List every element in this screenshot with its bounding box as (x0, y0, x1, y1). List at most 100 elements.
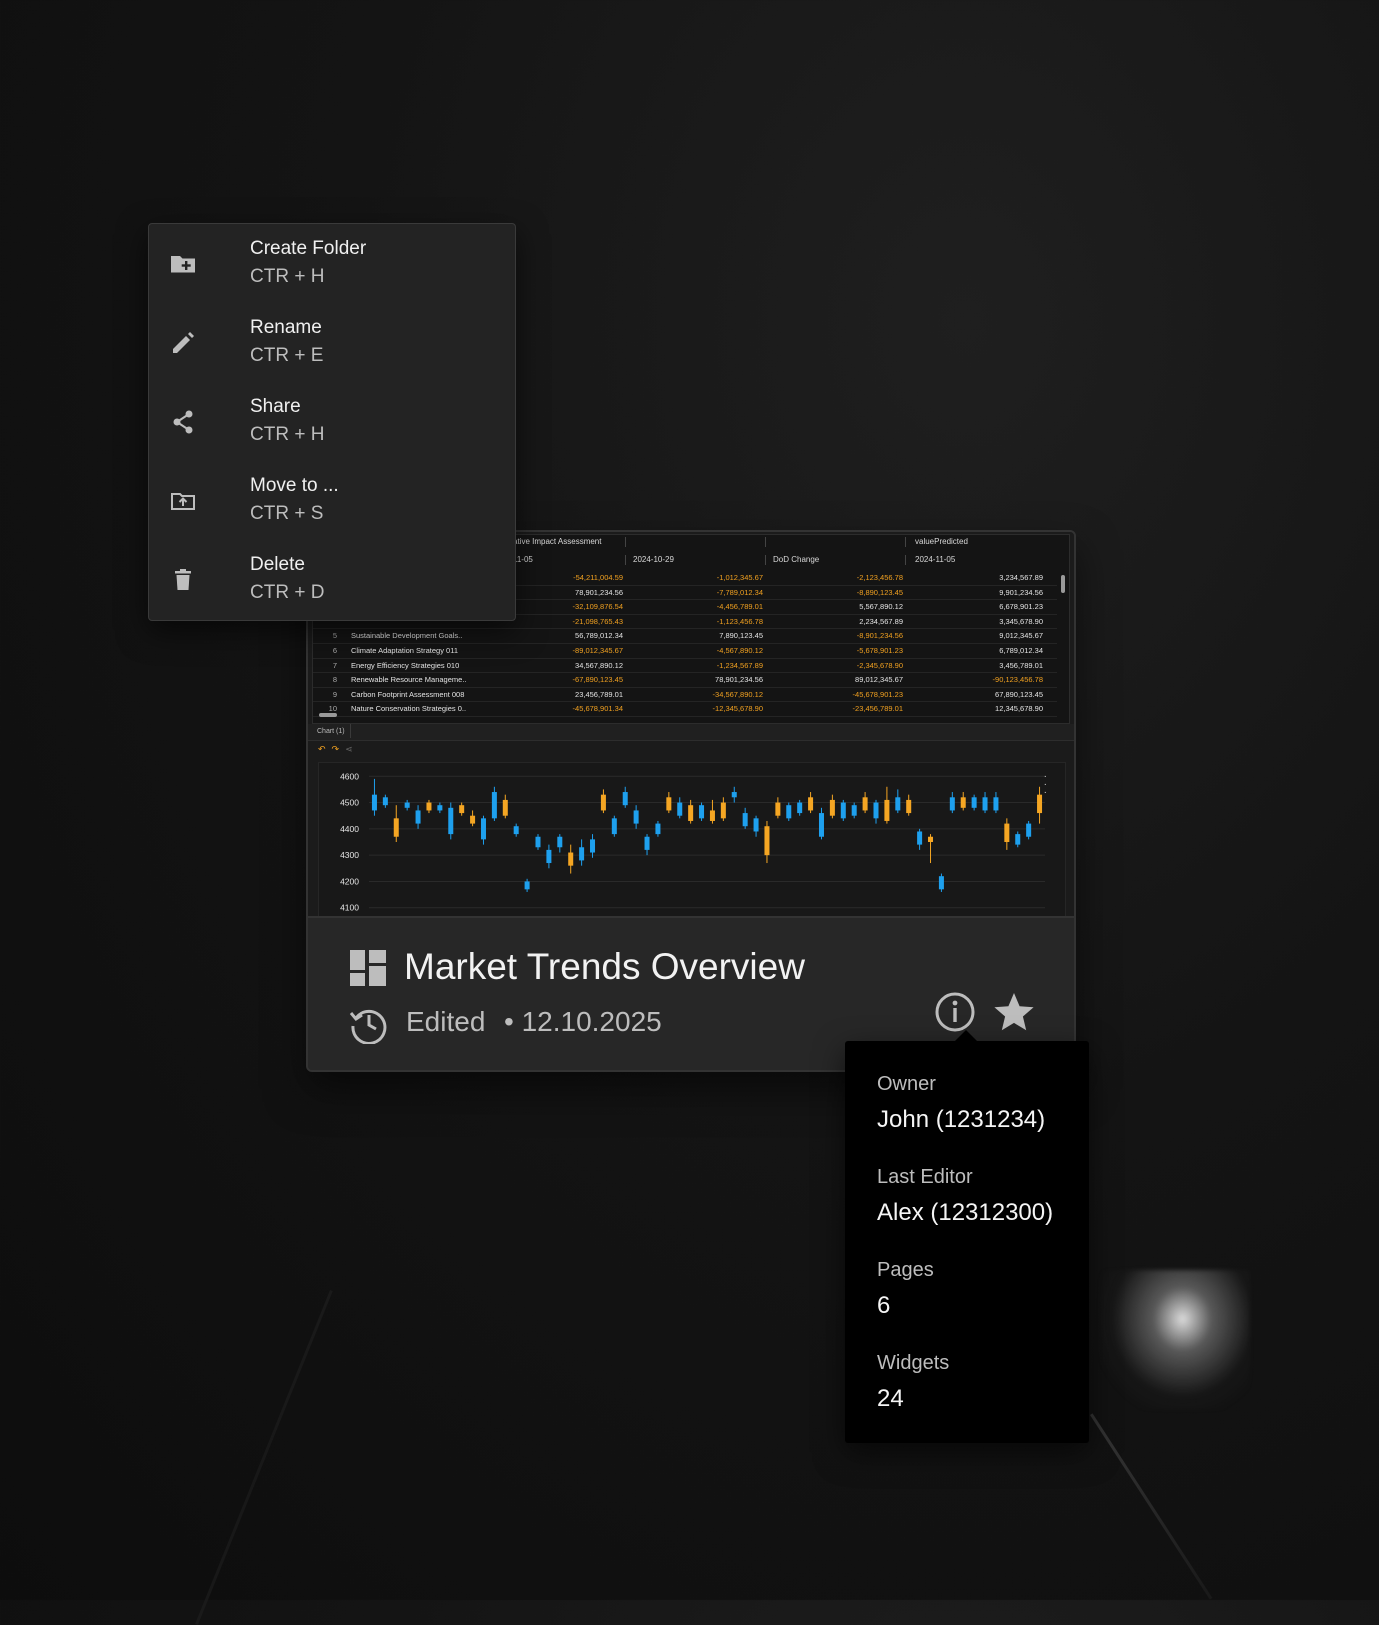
menu-item-label: Move to ... (250, 475, 339, 496)
table-row[interactable]: 9 Carbon Footprint Assessment 008 23,456,7… (313, 688, 1057, 703)
candle[interactable] (437, 802, 443, 814)
candle[interactable] (622, 786, 628, 808)
candle[interactable] (764, 820, 770, 864)
candle[interactable] (546, 844, 552, 869)
candle[interactable] (382, 794, 388, 808)
candle[interactable] (906, 794, 912, 816)
menu-item-label: Delete (250, 554, 305, 575)
candle[interactable] (600, 789, 606, 814)
menu-item-rename[interactable]: Rename CTR + E (149, 303, 515, 383)
candle[interactable] (982, 792, 988, 814)
candle[interactable] (1015, 831, 1021, 848)
candle[interactable] (535, 834, 541, 850)
more-vertical-icon[interactable]: · · · (1044, 772, 1047, 798)
candle[interactable] (677, 797, 683, 819)
menu-item-move-to[interactable]: Move to ... CTR + S (149, 461, 515, 541)
row-name: Climate Adaptation Strategy 011 (351, 645, 459, 655)
candle[interactable] (829, 794, 835, 819)
candle[interactable] (1037, 786, 1043, 824)
cell-value: -45,678,901.23 (852, 689, 903, 699)
candle[interactable] (655, 820, 661, 837)
candle[interactable] (426, 799, 432, 814)
candle[interactable] (513, 823, 519, 837)
candle[interactable] (873, 799, 879, 824)
candle[interactable] (404, 799, 410, 811)
candle[interactable] (459, 802, 465, 816)
cell-value: -7,789,012.34 (716, 587, 763, 597)
candle[interactable] (993, 792, 999, 814)
candle-body (688, 805, 694, 821)
candle[interactable] (666, 792, 672, 814)
candle-body (928, 836, 934, 842)
candle[interactable] (971, 794, 977, 811)
candle[interactable] (480, 815, 486, 845)
candle[interactable] (644, 834, 650, 856)
table-column-header[interactable]: 2024-11-05 (915, 555, 955, 564)
horizontal-scrollbar[interactable] (319, 713, 337, 717)
table-row[interactable]: 10 Nature Conservation Strategies 0.. -45,… (313, 702, 1057, 717)
candle[interactable] (393, 805, 399, 842)
header-separator (905, 537, 906, 547)
candle[interactable] (1004, 818, 1010, 850)
dashboard-title[interactable]: Market Trends Overview (404, 946, 805, 988)
candle[interactable] (709, 799, 715, 824)
table-row[interactable]: 5 Sustainable Development Goals.. 56,789,0… (313, 629, 1057, 644)
candle[interactable] (491, 786, 497, 821)
candle[interactable] (699, 802, 705, 821)
row-index: 6 (332, 645, 337, 655)
background-streak (195, 1290, 333, 1625)
cell-value: 78,901,234.56 (715, 675, 763, 685)
candle[interactable] (786, 802, 792, 821)
table-row[interactable]: 6 Climate Adaptation Strategy 011 -89,012,… (313, 644, 1057, 659)
candle[interactable] (960, 792, 966, 811)
row-name: Energy Efficiency Strategies 010 (351, 660, 460, 670)
table-row[interactable]: 8 Renewable Resource Manageme.. -67,890,12… (313, 673, 1057, 688)
candle[interactable] (775, 797, 781, 819)
candle[interactable] (557, 834, 563, 853)
menu-item-share[interactable]: Share CTR + H (149, 382, 515, 462)
candle[interactable] (688, 799, 694, 824)
candle[interactable] (568, 844, 574, 874)
candle[interactable] (579, 839, 585, 866)
candle[interactable] (1026, 820, 1032, 840)
candle[interactable] (917, 828, 923, 850)
candle[interactable] (371, 778, 377, 816)
tab-chart[interactable]: Chart (1) (312, 724, 351, 738)
candle[interactable] (895, 789, 901, 814)
candle[interactable] (720, 797, 726, 821)
candle[interactable] (862, 792, 868, 814)
candle[interactable] (818, 807, 824, 840)
candle[interactable] (415, 805, 421, 829)
menu-item-create-folder[interactable]: Create Folder CTR + H (149, 224, 515, 304)
star-icon[interactable] (992, 990, 1036, 1034)
menu-item-delete[interactable]: Delete CTR + D (149, 540, 515, 620)
candle[interactable] (949, 792, 955, 814)
candle[interactable] (808, 792, 814, 814)
candle[interactable] (524, 878, 530, 892)
candle[interactable] (928, 834, 934, 864)
candle[interactable] (840, 799, 846, 821)
candle[interactable] (448, 802, 454, 840)
vertical-scrollbar[interactable] (1061, 575, 1065, 593)
candle[interactable] (884, 786, 890, 824)
candle[interactable] (742, 807, 748, 829)
share-icon[interactable]: ⋖ (345, 744, 353, 754)
table-column-header[interactable]: DoD Change (773, 555, 819, 564)
redo-icon[interactable]: ↷ (332, 744, 340, 754)
candle[interactable] (590, 834, 596, 858)
table-row[interactable]: 7 Energy Efficiency Strategies 010 34,567,… (313, 659, 1057, 674)
row-index: 9 (332, 689, 337, 699)
share-icon (173, 410, 193, 434)
candle[interactable] (470, 810, 476, 827)
candle[interactable] (851, 802, 857, 819)
info-icon[interactable] (933, 990, 977, 1034)
candle[interactable] (502, 794, 508, 819)
candle[interactable] (938, 873, 944, 892)
table-column-header[interactable]: 2024-10-29 (633, 555, 674, 564)
candle[interactable] (753, 815, 759, 837)
candle[interactable] (611, 815, 617, 837)
candle[interactable] (731, 786, 737, 803)
undo-icon[interactable]: ↶ (318, 744, 326, 754)
candle[interactable] (633, 805, 639, 829)
candle-body (993, 797, 999, 811)
